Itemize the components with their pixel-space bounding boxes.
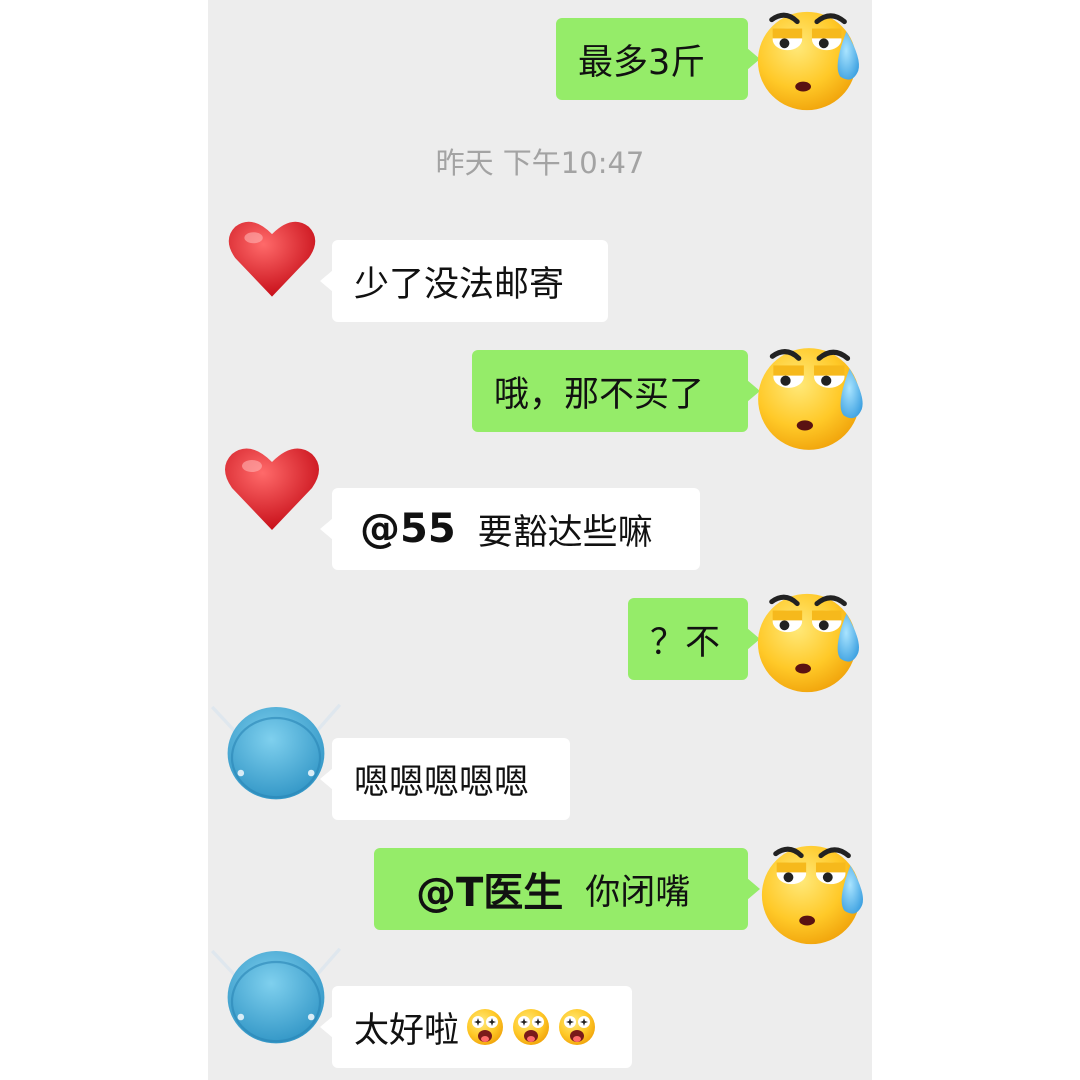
message-text: 嗯嗯嗯嗯嗯 (354, 762, 530, 803)
sweat-face-avatar-icon[interactable] (752, 584, 870, 702)
message-text: 要豁达些嘛 (477, 512, 653, 553)
starstruck-emoji-icon (465, 1007, 505, 1047)
message-bubble-outgoing[interactable]: 哦，那不买了 (472, 350, 760, 432)
message-bubble-incoming[interactable]: 太好啦 (320, 986, 632, 1068)
heart-avatar-icon[interactable] (226, 212, 318, 304)
heart-avatar-icon[interactable] (222, 438, 322, 538)
message-bubble-incoming[interactable]: 少了没法邮寄 (320, 240, 608, 322)
sweat-face-avatar-icon[interactable] (752, 2, 870, 120)
message-bubble-outgoing[interactable]: @T医生 你闭嘴 (374, 848, 760, 930)
mention-tag[interactable]: @55 (360, 506, 456, 552)
message-text: 你闭嘴 (585, 872, 691, 913)
mention-tag[interactable]: @T医生 (416, 860, 563, 918)
message-bubble-outgoing[interactable]: ？不 (628, 598, 760, 680)
message-text: ？不 (650, 622, 721, 663)
sweat-face-avatar-icon[interactable] (752, 338, 874, 460)
message-bubble-incoming[interactable]: @55 要豁达些嘛 (320, 488, 700, 570)
timestamp: 昨天 下午10:47 (435, 146, 645, 180)
message-text: 少了没法邮寄 (354, 264, 565, 305)
message-bubble-outgoing[interactable]: 最多3斤 (556, 18, 760, 100)
sweat-face-avatar-icon[interactable] (756, 836, 874, 954)
starstruck-emoji-icon (511, 1007, 551, 1047)
message-text: 最多3斤 (578, 42, 706, 83)
message-text: 哦，那不买了 (494, 374, 705, 415)
message-bubble-incoming[interactable]: 嗯嗯嗯嗯嗯 (320, 738, 570, 820)
message-text: 太好啦 (354, 1010, 460, 1051)
starstruck-emoji-icon (557, 1007, 597, 1047)
